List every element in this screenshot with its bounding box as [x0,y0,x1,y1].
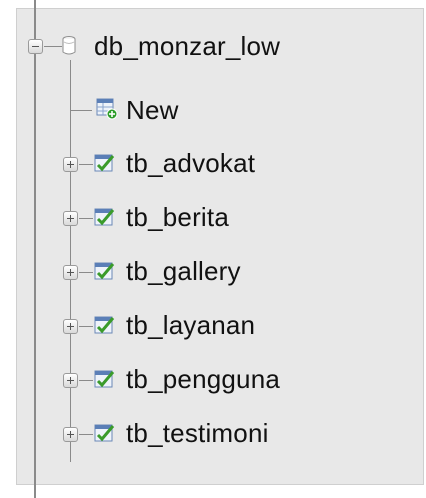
table-name[interactable]: tb_layanan [126,312,255,338]
expand-icon[interactable] [63,373,78,388]
table-name[interactable]: tb_advokat [126,150,255,176]
table-name[interactable]: tb_testimoni [126,420,269,446]
collapse-icon[interactable] [28,39,43,54]
expand-icon[interactable] [63,211,78,226]
table-structure-icon [94,316,115,334]
table-structure-icon [94,262,115,280]
tree-connector [44,46,62,47]
table-name[interactable]: tb_gallery [126,258,241,284]
table-name[interactable]: tb_pengguna [126,366,280,392]
expand-icon[interactable] [63,427,78,442]
navigation-panel: db_monzar_low New tb_advokat tb_berita t… [0,0,426,498]
table-structure-icon [94,370,115,388]
database-node[interactable]: db_monzar_low [0,26,426,66]
table-structure-icon [94,154,115,172]
table-item[interactable]: tb_pengguna [0,356,426,396]
new-table-label[interactable]: New [126,97,179,123]
database-name[interactable]: db_monzar_low [94,33,280,59]
table-item[interactable]: tb_testimoni [0,410,426,450]
new-table-icon [96,98,118,120]
table-structure-icon [94,208,115,226]
database-icon [62,36,76,55]
tree-connector [70,110,92,111]
table-item[interactable]: tb_advokat [0,140,426,180]
tree-connector [79,218,93,219]
table-item[interactable]: tb_berita [0,194,426,234]
expand-icon[interactable] [63,265,78,280]
table-name[interactable]: tb_berita [126,204,229,230]
expand-icon[interactable] [63,319,78,334]
tree-connector [79,164,93,165]
tree-connector [79,434,93,435]
table-item[interactable]: tb_gallery [0,248,426,288]
table-item[interactable]: tb_layanan [0,302,426,342]
tree-connector [79,380,93,381]
expand-icon[interactable] [63,157,78,172]
tree-connector [79,272,93,273]
table-structure-icon [94,424,115,442]
new-table-item[interactable]: New [0,86,426,126]
tree-connector [79,326,93,327]
